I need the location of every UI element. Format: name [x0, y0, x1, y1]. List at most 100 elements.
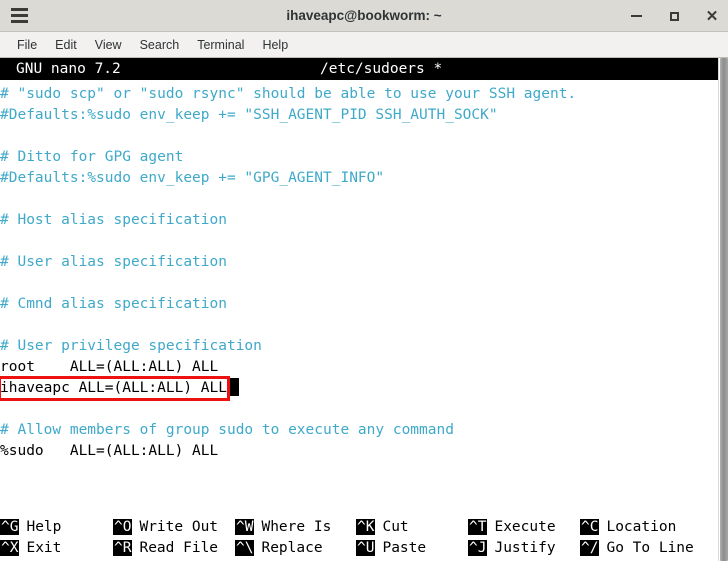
editor-line: # Cmnd alias specification [0, 294, 708, 315]
editor-line-text: # Ditto for GPG agent [0, 149, 184, 165]
editor-line-text: #Defaults:%sudo env_keep += "SSH_AGENT_P… [0, 107, 498, 123]
window-controls: ✕ [626, 0, 722, 32]
editor-line-text: # Host alias specification [0, 212, 227, 228]
nano-editor[interactable]: GNU nano 7.2 /etc/sudoers * # "sudo scp"… [0, 58, 718, 561]
menu-item-file[interactable]: File [8, 36, 46, 54]
terminal-window: ihaveapc@bookworm: ~ ✕ File Edit View Se… [0, 0, 728, 562]
shortcut-label: Location [606, 519, 677, 535]
editor-line [0, 315, 708, 336]
nano-title-bar: GNU nano 7.2 /etc/sudoers * [0, 58, 718, 80]
editor-line-text [0, 128, 9, 144]
editor-line: root ALL=(ALL:ALL) ALL [0, 357, 708, 378]
shortcut-key: ^\ [235, 540, 255, 556]
editor-line-text: root ALL=(ALL:ALL) ALL [0, 359, 219, 375]
text-cursor [229, 378, 239, 396]
scrollbar-thumb[interactable] [720, 58, 728, 561]
shortcut-label: Cut [382, 519, 409, 535]
editor-line-text: # User privilege specification [0, 338, 262, 354]
shortcut-row-1: ^G Help ^O Write Out ^W Where Is ^K Cut ^T Execut… [0, 517, 708, 538]
editor-line: #Defaults:%sudo env_keep += "GPG_AGENT_I… [0, 168, 708, 189]
editor-line: %sudo ALL=(ALL:ALL) ALL [0, 441, 708, 462]
shortcut-key: ^J [468, 540, 488, 556]
shortcut-read-file[interactable]: ^R Read File [113, 538, 218, 559]
editor-line-text: ihaveapc ALL=(ALL:ALL) ALL [0, 380, 227, 396]
nano-version: GNU nano 7.2 [16, 61, 121, 77]
editor-line: # "sudo scp" or "sudo rsync" should be a… [0, 84, 708, 105]
highlighted-rule-text: ihaveapc ALL=(ALL:ALL) ALL [0, 376, 230, 401]
menu-bar: File Edit View Search Terminal Help [0, 32, 728, 58]
editor-line-text: # Allow members of group sudo to execute… [0, 422, 454, 438]
editor-line-text: # User alias specification [0, 254, 227, 270]
editor-line [0, 399, 708, 420]
editor-line-text: %sudo ALL=(ALL:ALL) ALL [0, 443, 219, 459]
editor-line: # User alias specification [0, 252, 708, 273]
shortcut-key: ^G [0, 519, 20, 535]
editor-line-text [0, 317, 9, 333]
shortcut-cut[interactable]: ^K Cut [356, 517, 409, 538]
shortcut-key: ^W [235, 519, 255, 535]
editor-line: # User privilege specification [0, 336, 708, 357]
editor-line-text [0, 401, 9, 417]
editor-line-text: #Defaults:%sudo env_keep += "GPG_AGENT_I… [0, 170, 385, 186]
menu-item-view[interactable]: View [86, 36, 131, 54]
editor-line [0, 231, 708, 252]
editor-line [0, 126, 708, 147]
editor-line-highlighted: ihaveapc ALL=(ALL:ALL) ALL [0, 376, 708, 401]
shortcut-label: Go To Line [606, 540, 694, 556]
editor-line [0, 189, 708, 210]
shortcut-justify[interactable]: ^J Justify [468, 538, 556, 559]
nano-filename: /etc/sudoers * [320, 61, 443, 77]
editor-text-area[interactable]: # "sudo scp" or "sudo rsync" should be a… [0, 80, 708, 517]
shortcut-help[interactable]: ^G Help [0, 517, 61, 538]
terminal-body[interactable]: GNU nano 7.2 /etc/sudoers * # "sudo scp"… [0, 58, 728, 561]
editor-line-text: # Cmnd alias specification [0, 296, 227, 312]
shortcut-row-2: ^X Exit ^R Read File ^\ Replace ^U Paste ^J Justi… [0, 538, 708, 559]
shortcut-key: ^C [580, 519, 600, 535]
shortcut-go-to-line[interactable]: ^/ Go To Line [580, 538, 694, 559]
shortcut-where-is[interactable]: ^W Where Is [235, 517, 331, 538]
shortcut-key: ^K [356, 519, 376, 535]
shortcut-label: Replace [261, 540, 323, 556]
shortcut-label: Where Is [261, 519, 332, 535]
shortcut-label: Justify [494, 540, 556, 556]
shortcut-label: Execute [494, 519, 556, 535]
hamburger-icon[interactable] [0, 0, 34, 32]
close-button[interactable]: ✕ [702, 6, 722, 26]
shortcut-exit[interactable]: ^X Exit [0, 538, 61, 559]
window-title: ihaveapc@bookworm: ~ [286, 8, 442, 23]
editor-line [0, 273, 708, 294]
shortcut-key: ^O [113, 519, 133, 535]
shortcut-label: Exit [26, 540, 62, 556]
shortcut-paste[interactable]: ^U Paste [356, 538, 426, 559]
shortcut-write-out[interactable]: ^O Write Out [113, 517, 218, 538]
menu-item-terminal[interactable]: Terminal [188, 36, 253, 54]
maximize-button[interactable] [664, 6, 684, 26]
shortcut-key: ^U [356, 540, 376, 556]
shortcut-execute[interactable]: ^T Execute [468, 517, 556, 538]
shortcut-key: ^T [468, 519, 488, 535]
editor-line: # Host alias specification [0, 210, 708, 231]
menu-item-edit[interactable]: Edit [46, 36, 86, 54]
nano-shortcut-bar: ^G Help ^O Write Out ^W Where Is ^K Cut ^T Execut… [0, 517, 708, 561]
shortcut-label: Write Out [139, 519, 219, 535]
editor-line: #Defaults:%sudo env_keep += "SSH_AGENT_P… [0, 105, 708, 126]
editor-line: # Ditto for GPG agent [0, 147, 708, 168]
menu-item-help[interactable]: Help [253, 36, 297, 54]
shortcut-location[interactable]: ^C Location [580, 517, 676, 538]
editor-line-text [0, 233, 9, 249]
minimize-button[interactable] [626, 6, 646, 26]
shortcut-key: ^/ [580, 540, 600, 556]
title-bar: ihaveapc@bookworm: ~ ✕ [0, 0, 728, 32]
editor-line: # Allow members of group sudo to execute… [0, 420, 708, 441]
editor-line-text [0, 275, 9, 291]
menu-item-search[interactable]: Search [131, 36, 189, 54]
shortcut-label: Read File [139, 540, 219, 556]
shortcut-key: ^X [0, 540, 20, 556]
shortcut-key: ^R [113, 540, 133, 556]
shortcut-label: Paste [382, 540, 427, 556]
editor-line-text [0, 191, 9, 207]
shortcut-label: Help [26, 519, 62, 535]
terminal-scrollbar[interactable] [718, 58, 728, 561]
editor-line-text: # "sudo scp" or "sudo rsync" should be a… [0, 86, 577, 102]
shortcut-replace[interactable]: ^\ Replace [235, 538, 323, 559]
